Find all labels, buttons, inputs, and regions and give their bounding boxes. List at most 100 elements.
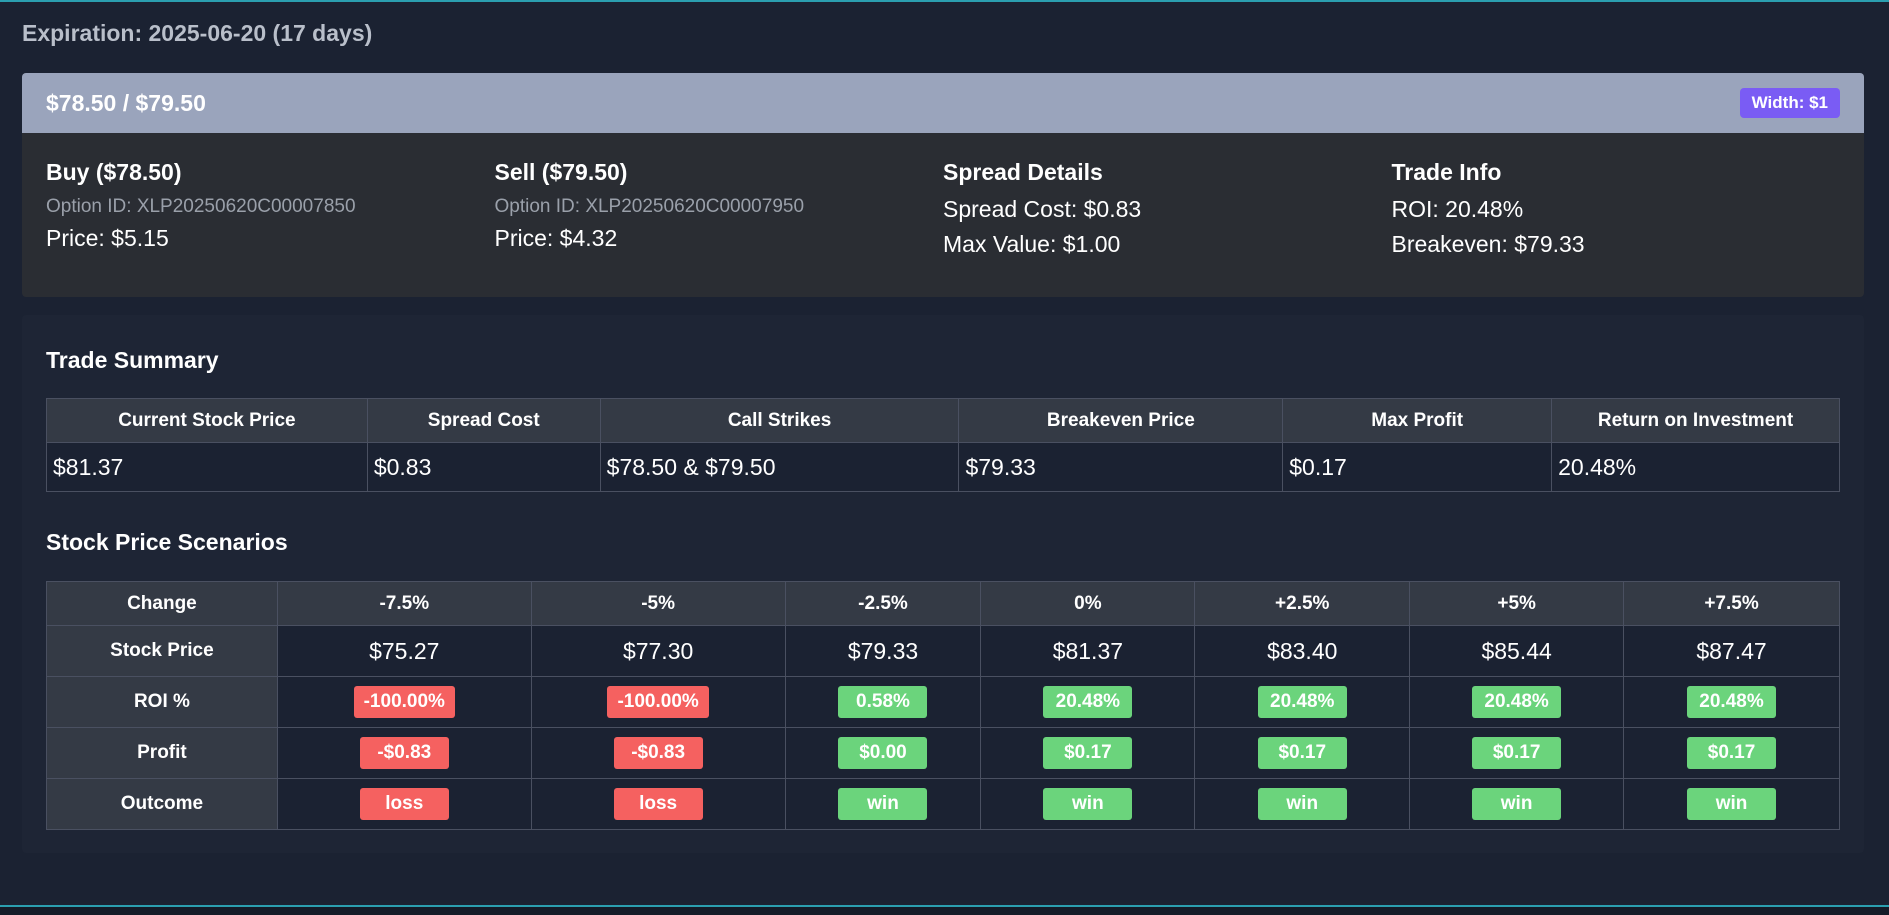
outcome-row: Outcome loss loss win win win win win <box>46 778 1840 830</box>
trade-info-column: Trade Info ROI: 20.48% Breakeven: $79.33 <box>1392 159 1841 266</box>
roi-cell: 20.48% <box>1194 676 1411 728</box>
roi-cell: 20.48% <box>980 676 1196 728</box>
call-strikes: $78.50 & $79.50 <box>599 442 960 492</box>
roi-cell: -100.00% <box>276 676 532 728</box>
scenario-stock-price: $77.30 <box>530 625 786 677</box>
roi-cell: 0.58% <box>784 676 982 728</box>
summary-value-row: $81.37 $0.83 $78.50 & $79.50 $79.33 $0.1… <box>46 442 1840 492</box>
roi-badge: 20.48% <box>1687 686 1777 718</box>
scenario-stock-price: $85.44 <box>1409 625 1625 677</box>
spread-header: $78.50 / $79.50 Width: $1 <box>22 73 1864 133</box>
profit-badge: -$0.83 <box>613 737 703 769</box>
row-label-profit: Profit <box>46 727 278 779</box>
row-label-roi: ROI % <box>46 676 278 728</box>
outcome-badge: win <box>1257 788 1347 820</box>
roi-row: ROI % -100.00% -100.00% 0.58% 20.48% 20.… <box>46 676 1840 728</box>
summary-header: Breakeven Price <box>958 398 1284 443</box>
roi-badge: 0.58% <box>838 686 928 718</box>
spread-details-column: Spread Details Spread Cost: $0.83 Max Va… <box>943 159 1392 266</box>
roi-cell: 20.48% <box>1623 676 1840 728</box>
profit-badge: -$0.83 <box>359 737 449 769</box>
scenarios-title: Stock Price Scenarios <box>46 529 288 555</box>
change-header: -7.5% <box>276 581 532 626</box>
sell-option-id: Option ID: XLP20250620C00007950 <box>494 196 805 217</box>
roi-badge: -100.00% <box>607 686 709 718</box>
scenario-stock-price: $83.40 <box>1194 625 1411 677</box>
change-header: 0% <box>980 581 1196 626</box>
outcome-badge: win <box>838 788 928 820</box>
buy-option-id: Option ID: XLP20250620C00007850 <box>46 196 356 217</box>
analysis-panel: Trade Summary Current Stock Price Spread… <box>22 315 1864 853</box>
spread-details-heading: Spread Details <box>943 159 1103 185</box>
spread-cost: Spread Cost: $0.83 <box>943 196 1142 222</box>
roi-badge: 20.48% <box>1043 686 1133 718</box>
profit-cell: $0.17 <box>1194 727 1411 779</box>
outcome-cell: win <box>1194 778 1411 830</box>
profit-cell: $0.17 <box>980 727 1196 779</box>
scenarios-table: Change -7.5% -5% -2.5% 0% +2.5% +5% +7.5… <box>46 581 1840 830</box>
outcome-cell: win <box>1623 778 1840 830</box>
trade-roi: ROI: 20.48% <box>1391 196 1524 222</box>
change-header: -5% <box>530 581 786 626</box>
profit-cell: $0.17 <box>1409 727 1625 779</box>
roi-badge: 20.48% <box>1472 686 1562 718</box>
bottom-strip <box>0 907 1889 915</box>
spread-card: $78.50 / $79.50 Width: $1 Buy ($78.50) O… <box>22 73 1864 297</box>
scenario-stock-price: $79.33 <box>784 625 982 677</box>
profit-cell: -$0.83 <box>530 727 786 779</box>
profit-cell: $0.00 <box>784 727 982 779</box>
profit-cell: -$0.83 <box>276 727 532 779</box>
trade-breakeven: Breakeven: $79.33 <box>1391 231 1585 257</box>
profit-row: Profit -$0.83 -$0.83 $0.00 $0.17 $0.17 $… <box>46 727 1840 779</box>
summary-header-row: Current Stock Price Spread Cost Call Str… <box>46 398 1840 443</box>
summary-header: Current Stock Price <box>46 398 368 443</box>
width-badge: Width: $1 <box>1739 88 1840 118</box>
profit-cell: $0.17 <box>1623 727 1840 779</box>
buy-heading: Buy ($78.50) <box>46 159 182 185</box>
top-border <box>0 0 1889 2</box>
expiration-label: Expiration: 2025-06-20 (17 days) <box>22 20 373 46</box>
outcome-cell: win <box>1409 778 1625 830</box>
roi-cell: -100.00% <box>530 676 786 728</box>
return-on-investment: 20.48% <box>1551 442 1840 492</box>
trade-summary-table: Current Stock Price Spread Cost Call Str… <box>46 398 1840 492</box>
summary-header: Call Strikes <box>599 398 960 443</box>
spread-title: $78.50 / $79.50 <box>46 89 206 116</box>
buy-price: Price: $5.15 <box>46 225 169 251</box>
row-label-change: Change <box>46 581 278 626</box>
outcome-cell: win <box>784 778 982 830</box>
outcome-cell: loss <box>276 778 532 830</box>
outcome-badge: win <box>1043 788 1133 820</box>
roi-badge: 20.48% <box>1257 686 1347 718</box>
outcome-badge: win <box>1687 788 1777 820</box>
profit-badge: $0.17 <box>1257 737 1347 769</box>
trade-summary-title: Trade Summary <box>46 347 219 373</box>
sell-column: Sell ($79.50) Option ID: XLP20250620C000… <box>495 159 944 266</box>
profit-badge: $0.17 <box>1043 737 1133 769</box>
change-header: +5% <box>1409 581 1625 626</box>
max-profit: $0.17 <box>1282 442 1553 492</box>
profit-badge: $0.17 <box>1687 737 1777 769</box>
outcome-badge: loss <box>613 788 703 820</box>
roi-cell: 20.48% <box>1409 676 1625 728</box>
change-header: +2.5% <box>1194 581 1411 626</box>
profit-badge: $0.17 <box>1472 737 1562 769</box>
summary-header: Return on Investment <box>1551 398 1840 443</box>
row-label-stock-price: Stock Price <box>46 625 278 677</box>
profit-badge: $0.00 <box>838 737 928 769</box>
change-header: +7.5% <box>1623 581 1840 626</box>
stock-price-row: Stock Price $75.27 $77.30 $79.33 $81.37 … <box>46 625 1840 677</box>
outcome-cell: loss <box>530 778 786 830</box>
outcome-badge: win <box>1472 788 1562 820</box>
change-header: -2.5% <box>784 581 982 626</box>
spread-body: Buy ($78.50) Option ID: XLP20250620C0000… <box>22 133 1864 266</box>
current-stock-price: $81.37 <box>46 442 368 492</box>
scenario-stock-price: $75.27 <box>276 625 532 677</box>
scenario-stock-price: $87.47 <box>1623 625 1840 677</box>
sell-heading: Sell ($79.50) <box>494 159 628 185</box>
summary-header: Max Profit <box>1282 398 1553 443</box>
change-row: Change -7.5% -5% -2.5% 0% +2.5% +5% +7.5… <box>46 581 1840 626</box>
summary-spread-cost: $0.83 <box>366 442 601 492</box>
sell-price: Price: $4.32 <box>494 225 618 251</box>
scenario-stock-price: $81.37 <box>980 625 1196 677</box>
